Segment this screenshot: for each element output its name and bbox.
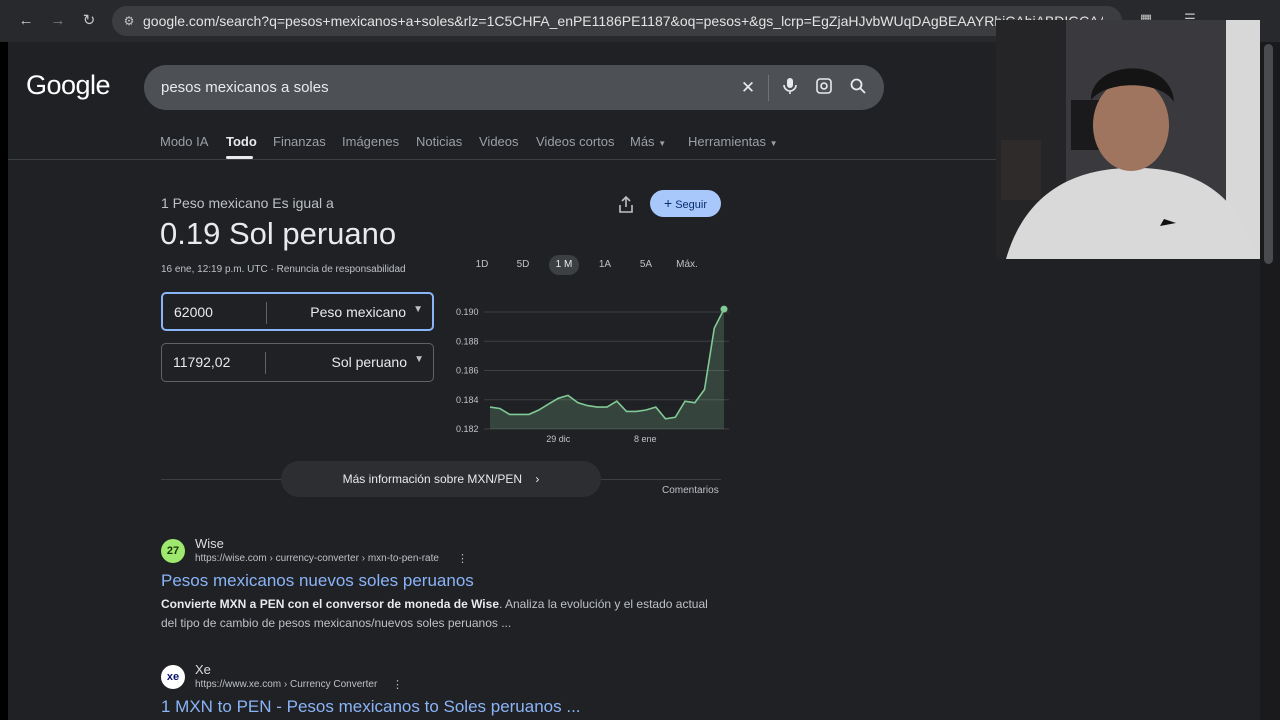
- chart-x-tick-label: 29 dic: [546, 434, 571, 444]
- chart-y-tick-label: 0.186: [456, 366, 479, 376]
- rate-timestamp: 16 ene, 12:19 p.m. UTC: [161, 264, 268, 275]
- dropdown-arrow-icon[interactable]: ▼: [413, 304, 423, 315]
- tab-modo-ia[interactable]: Modo IA: [160, 134, 208, 149]
- tab-todo[interactable]: Todo: [226, 134, 257, 149]
- clear-search-icon[interactable]: ✕: [737, 77, 759, 99]
- url-text[interactable]: google.com/search?q=pesos+mexicanos+a+so…: [143, 13, 1103, 30]
- tab-herramientas[interactable]: Herramientas ▼: [688, 134, 778, 149]
- range-1d[interactable]: 1D: [469, 255, 495, 275]
- search-result: xe Xe https://www.xe.com › Currency Conv…: [161, 662, 741, 720]
- tab-videos-cortos[interactable]: Videos cortos: [536, 134, 615, 149]
- chart-x-tick-label: 8 ene: [634, 434, 657, 444]
- share-icon[interactable]: [614, 195, 638, 220]
- result-url[interactable]: https://www.xe.com › Currency Converter: [195, 679, 377, 690]
- feedback-link[interactable]: Comentarios: [662, 485, 719, 496]
- site-settings-icon[interactable]: ⚙: [121, 13, 137, 29]
- exchange-rate-chart[interactable]: 0.190 0.188 0.186 0.184 0.182 29 dic 8 ene: [444, 294, 734, 444]
- dropdown-arrow-icon: ▼: [658, 139, 667, 148]
- tab-finanzas[interactable]: Finanzas: [273, 134, 326, 149]
- rate-meta: 16 ene, 12:19 p.m. UTC · Renuncia de res…: [161, 264, 406, 275]
- chart-y-tick-label: 0.182: [456, 424, 479, 434]
- search-icon[interactable]: [847, 77, 869, 99]
- google-lens-icon[interactable]: [813, 77, 835, 99]
- webcam-overlay: [996, 20, 1260, 259]
- back-arrow-icon[interactable]: ←: [16, 11, 36, 31]
- follow-label: Seguir: [675, 199, 707, 211]
- range-5d[interactable]: 5D: [510, 255, 536, 275]
- reload-icon[interactable]: ↻: [79, 11, 99, 31]
- to-amount-input[interactable]: 11792,02: [173, 354, 230, 370]
- from-amount-field[interactable]: 62000 Peso mexicano ▼: [161, 292, 434, 331]
- disclaimer-link[interactable]: Renuncia de responsabilidad: [277, 264, 406, 275]
- to-currency-select[interactable]: Sol peruano: [331, 354, 407, 370]
- chevron-right-icon: ›: [535, 472, 540, 486]
- scrollbar-thumb[interactable]: [1264, 44, 1273, 264]
- tab-mas-label: Más: [630, 134, 655, 149]
- search-divider: [768, 75, 769, 101]
- google-logo[interactable]: Google: [26, 70, 111, 101]
- range-1m[interactable]: 1 M: [549, 255, 579, 275]
- tab-videos[interactable]: Videos: [479, 134, 519, 149]
- result-title[interactable]: Pesos mexicanos nuevos soles peruanos: [161, 571, 474, 591]
- chart-data-point: [720, 305, 728, 313]
- more-info-label: Más información sobre MXN/PEN: [342, 472, 523, 486]
- xe-favicon-icon[interactable]: xe: [161, 665, 185, 689]
- chart-area-fill: [490, 309, 724, 429]
- search-input[interactable]: pesos mexicanos a soles: [161, 79, 329, 96]
- range-max[interactable]: Máx.: [672, 255, 702, 275]
- microphone-icon[interactable]: [779, 77, 801, 99]
- field-divider: [266, 302, 267, 324]
- plus-icon: +: [664, 195, 673, 211]
- range-5a[interactable]: 5A: [633, 255, 659, 275]
- search-result: 27 Wise https://wise.com › currency-conv…: [161, 536, 741, 639]
- result-title[interactable]: 1 MXN to PEN - Pesos mexicanos to Soles …: [161, 697, 581, 717]
- dropdown-arrow-icon[interactable]: ▼: [414, 354, 424, 365]
- tab-mas[interactable]: Más ▼: [630, 134, 666, 149]
- result-snippet: Convierte MXN a PEN con el conversor de …: [161, 595, 721, 633]
- exchange-rate: 0.19 Sol peruano: [160, 216, 397, 251]
- forward-arrow-icon[interactable]: →: [48, 11, 68, 31]
- dropdown-arrow-icon: ▼: [769, 139, 778, 148]
- equals-label: 1 Peso mexicano Es igual a: [161, 195, 334, 211]
- chart-y-tick-label: 0.188: [456, 336, 479, 346]
- result-site-name[interactable]: Wise: [195, 536, 224, 551]
- more-options-icon[interactable]: ⋮: [392, 678, 403, 691]
- result-url[interactable]: https://wise.com › currency-converter › …: [195, 553, 439, 564]
- from-currency-select[interactable]: Peso mexicano: [310, 304, 406, 320]
- to-amount-field[interactable]: 11792,02 Sol peruano ▼: [161, 343, 434, 382]
- result-site-name[interactable]: Xe: [195, 662, 211, 677]
- wise-favicon-icon[interactable]: 27: [161, 539, 185, 563]
- field-divider: [265, 352, 266, 374]
- snippet-bold: Convierte MXN a PEN con el conversor de …: [161, 597, 499, 611]
- tab-imagenes[interactable]: Imágenes: [342, 134, 399, 149]
- tab-herramientas-label: Herramientas: [688, 134, 767, 149]
- more-info-button[interactable]: Más información sobre MXN/PEN ›: [281, 461, 601, 497]
- from-amount-input[interactable]: 62000: [174, 304, 213, 320]
- range-1a[interactable]: 1A: [592, 255, 618, 275]
- chart-series-line: [489, 308, 725, 420]
- chart-y-tick-label: 0.190: [456, 307, 479, 317]
- chart-y-tick-label: 0.184: [456, 395, 479, 405]
- address-bar[interactable]: ⚙ google.com/search?q=pesos+mexicanos+a+…: [112, 6, 1122, 36]
- more-options-icon[interactable]: ⋮: [457, 552, 468, 565]
- search-box[interactable]: pesos mexicanos a soles ✕: [144, 65, 884, 110]
- tab-noticias[interactable]: Noticias: [416, 134, 462, 149]
- follow-button[interactable]: + Seguir: [650, 190, 721, 217]
